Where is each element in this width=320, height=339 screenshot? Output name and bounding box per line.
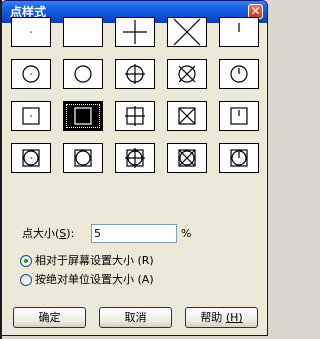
point-style-dot-icon	[30, 31, 32, 33]
point-size-unit: %	[181, 227, 192, 240]
point-style-plus-icon	[123, 20, 147, 44]
point-style-square-tick-icon	[230, 107, 248, 125]
point-style-circle-dot-icon	[22, 65, 40, 83]
point-style-square-dot-icon	[22, 107, 40, 125]
point-style-circle-tick-option[interactable]	[219, 59, 259, 89]
relative-size-label[interactable]: 相对于屏幕设置大小 (R)	[35, 254, 154, 268]
point-size-input[interactable]: 5	[91, 224, 177, 243]
point-style-circle-cross-option[interactable]	[167, 59, 207, 89]
point-style-square-tick-option[interactable]	[219, 101, 259, 131]
point-style-circle-cross-icon	[178, 65, 196, 83]
point-style-square-circle-cross-icon	[178, 149, 196, 167]
point-style-square-circle-icon	[74, 149, 92, 167]
point-style-square-plus-icon	[125, 106, 145, 126]
point-style-circle-plus-option[interactable]	[115, 59, 155, 89]
ok-button[interactable]: 确定	[13, 307, 86, 328]
help-button[interactable]: 帮助 (H)	[185, 307, 258, 328]
point-style-square-circle-option[interactable]	[63, 143, 103, 173]
point-style-square-circle-plus-icon	[125, 148, 145, 168]
point-style-circle-tick-icon	[230, 65, 248, 83]
point-style-circle-icon	[74, 65, 92, 83]
point-style-square-option[interactable]	[63, 101, 103, 131]
point-style-tick-icon	[238, 23, 240, 32]
point-style-plus-option[interactable]	[115, 17, 155, 47]
point-style-square-icon	[74, 107, 92, 125]
point-style-none-option[interactable]	[63, 17, 103, 47]
point-style-square-circle-cross-option[interactable]	[167, 143, 207, 173]
point-style-square-circle-plus-option[interactable]	[115, 143, 155, 173]
point-style-cross-option[interactable]	[167, 17, 207, 47]
relative-size-radio[interactable]	[20, 255, 32, 267]
absolute-size-label[interactable]: 按绝对单位设置大小 (A)	[35, 273, 154, 287]
point-style-tick-option[interactable]	[219, 17, 259, 47]
point-style-circle-dot-option[interactable]	[11, 59, 51, 89]
point-style-circle-plus-icon	[125, 64, 145, 84]
point-style-none-icon	[64, 18, 102, 46]
point-size-label: 点大小(S):	[22, 227, 75, 240]
absolute-size-radio[interactable]	[20, 274, 32, 286]
point-style-square-circle-tick-icon	[230, 149, 248, 167]
point-style-dialog: 点样式 ✕ 点大小(S): 5 % 相对于屏幕设置大小 (R) 按绝对单位设置大…	[1, 0, 268, 336]
point-style-circle-option[interactable]	[63, 59, 103, 89]
cancel-button[interactable]: 取消	[99, 307, 172, 328]
point-style-cross-icon	[173, 18, 201, 46]
radio-selected-dot	[24, 259, 28, 263]
point-style-square-cross-icon	[178, 107, 196, 125]
point-style-square-plus-option[interactable]	[115, 101, 155, 131]
point-style-dot-option[interactable]	[11, 17, 51, 47]
point-style-square-dot-option[interactable]	[11, 101, 51, 131]
point-style-square-circle-dot-option[interactable]	[11, 143, 51, 173]
point-style-square-circle-tick-option[interactable]	[219, 143, 259, 173]
point-style-square-circle-dot-icon	[22, 149, 40, 167]
point-style-square-cross-option[interactable]	[167, 101, 207, 131]
